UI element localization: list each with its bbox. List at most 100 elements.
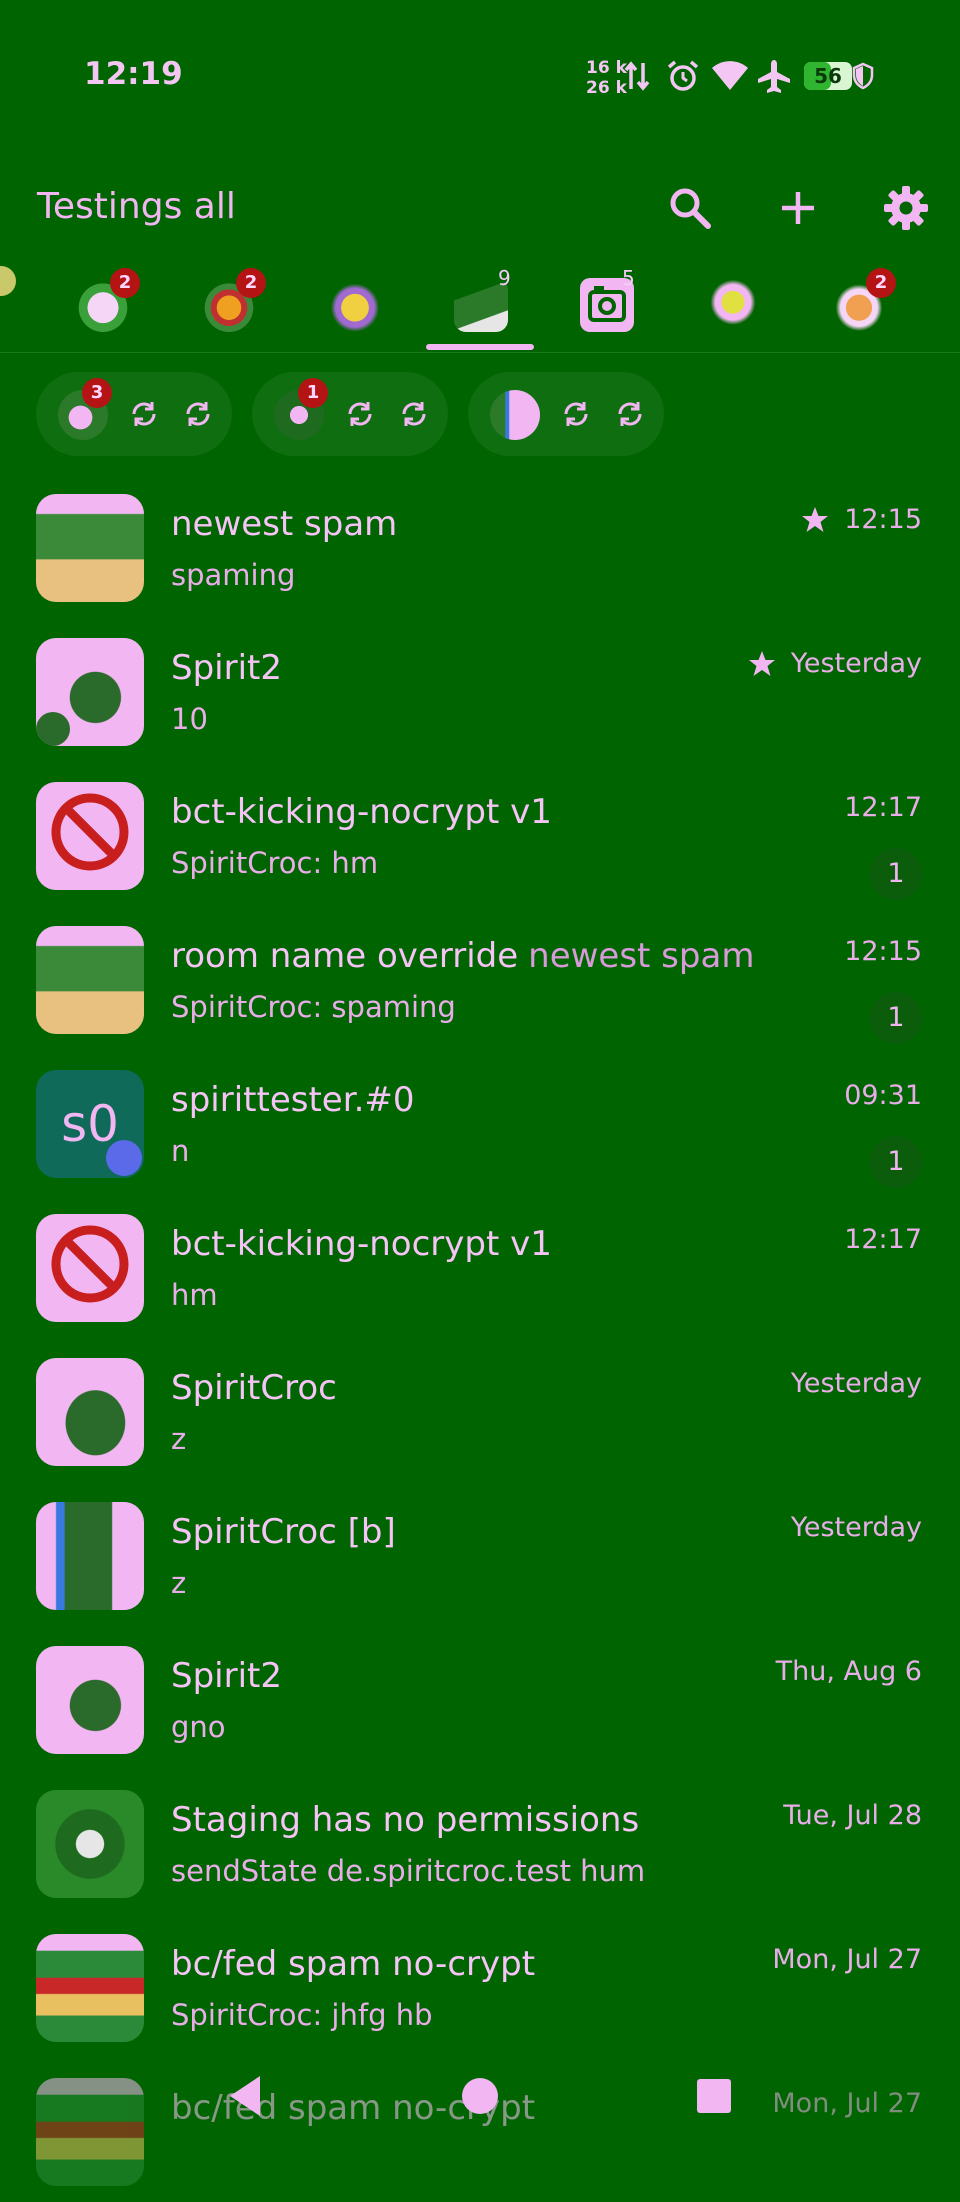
room-last-message: 10 [171, 702, 208, 736]
space-badge: 2 [236, 268, 266, 298]
room-last-message: n [171, 1134, 190, 1168]
room-time: 12:17 [844, 792, 922, 823]
room-row[interactable]: newest spam spaming 12:15 [0, 474, 960, 618]
network-speed: 16 k 26 k [586, 58, 627, 98]
room-row[interactable]: bct-kicking-nocrypt v1 SpiritCroc: hm 12… [0, 762, 960, 906]
home-icon[interactable] [450, 2066, 510, 2126]
page-title: Testings all [37, 186, 236, 227]
system-navigation-bar [0, 2050, 960, 2142]
room-row[interactable]: s0 spirittester.#0 n 09:31 1 [0, 1050, 960, 1194]
room-meta: Yesterday [747, 648, 922, 679]
room-last-message: spaming [171, 558, 296, 592]
account-badge: 3 [82, 378, 112, 408]
room-avatar [36, 1214, 144, 1322]
room-name: newest spam [171, 504, 398, 544]
room-meta: 12:15 [800, 504, 922, 535]
room-avatar [36, 1790, 144, 1898]
room-time: 12:17 [844, 1224, 922, 1255]
room-avatar [36, 1646, 144, 1754]
space-tab-7[interactable]: 2 [816, 268, 900, 350]
space-badge: 9 [498, 266, 511, 290]
account-chip-3[interactable] [468, 372, 664, 456]
no-kicking-icon [51, 1225, 129, 1303]
net-down: 26 k [586, 78, 627, 98]
room-name: room name override newest spam [171, 936, 754, 976]
room-original-name: newest spam [528, 936, 755, 976]
room-name: SpiritCroc [171, 1368, 337, 1408]
space-tab-2[interactable]: 2 [186, 268, 270, 350]
account-chip-1[interactable]: 3 [36, 372, 232, 456]
room-time: Thu, Aug 6 [775, 1656, 922, 1687]
space-badge: 5 [622, 266, 635, 290]
room-avatar [36, 926, 144, 1034]
sync-icon [132, 402, 156, 426]
room-name: bct-kicking-nocrypt v1 [171, 792, 552, 832]
room-name: Spirit2 [171, 1656, 282, 1696]
room-row[interactable]: SpiritCroc [b] z Yesterday [0, 1482, 960, 1626]
room-name: bct-kicking-nocrypt v1 [171, 1224, 552, 1264]
sync-icon [618, 402, 642, 426]
discord-bridge-icon [106, 1140, 142, 1176]
airplane-icon [756, 54, 792, 98]
back-icon[interactable] [216, 2066, 276, 2126]
alarm-icon [666, 54, 700, 98]
account-chip-2[interactable]: 1 [252, 372, 448, 456]
room-time: Yesterday [790, 1368, 922, 1399]
room-row[interactable]: Spirit2 gno Thu, Aug 6 [0, 1626, 960, 1770]
room-avatar [36, 494, 144, 602]
room-last-message: SpiritCroc: hm [171, 846, 379, 880]
sync-icon [186, 402, 210, 426]
room-last-message: z [171, 1566, 187, 1600]
recents-icon[interactable] [684, 2066, 744, 2126]
settings-button[interactable] [876, 178, 936, 238]
battery-level: 56 [814, 64, 842, 88]
data-transfer-icon [624, 54, 650, 98]
room-row[interactable]: Spirit2 10 Yesterday [0, 618, 960, 762]
room-row[interactable]: room name override newest spam SpiritCroc… [0, 906, 960, 1050]
room-name: spirittester.#0 [171, 1080, 415, 1120]
partial-space-badge [0, 266, 16, 296]
room-row[interactable]: bct-kicking-nocrypt v1 hm 12:17 [0, 1194, 960, 1338]
status-bar: 12:19 16 k 26 k 56 [0, 0, 960, 150]
unread-count-badge: 1 [870, 848, 922, 900]
room-time: Tue, Jul 28 [783, 1800, 922, 1831]
battery-icon: 56 [804, 62, 852, 90]
space-tab-6[interactable] [690, 270, 774, 350]
space-tab-4-selected[interactable]: 9 [438, 266, 522, 350]
star-icon [802, 506, 829, 532]
room-avatar [36, 1358, 144, 1466]
room-time: 09:31 [844, 1080, 922, 1111]
room-avatar [36, 782, 144, 890]
space-tabs-bar: 2 2 9 5 2 [0, 260, 960, 353]
space-avatar [328, 278, 382, 332]
room-row[interactable]: bc/fed spam no-crypt SpiritCroc: jhfg hb… [0, 1914, 960, 2058]
room-row[interactable]: Staging has no permissions sendState de.… [0, 1770, 960, 1914]
room-last-message: gno [171, 1710, 226, 1744]
account-badge: 1 [298, 378, 328, 408]
room-time: Yesterday [790, 648, 922, 679]
top-app-bar: Testings all [0, 150, 960, 260]
space-badge: 2 [866, 268, 896, 298]
room-name-override: room name override [171, 936, 519, 976]
room-last-message: SpiritCroc: spaming [171, 990, 456, 1024]
room-name: SpiritCroc [b] [171, 1512, 396, 1552]
unread-count-badge: 1 [870, 1136, 922, 1188]
room-time: 12:15 [844, 936, 922, 967]
room-last-message: hm [171, 1278, 218, 1312]
account-avatar [490, 390, 540, 440]
add-button[interactable] [768, 178, 828, 238]
space-avatar [706, 278, 760, 332]
sync-icon [402, 402, 426, 426]
room-avatar [36, 1934, 144, 2042]
room-last-message: z [171, 1422, 187, 1456]
settings-gear-icon [884, 186, 928, 230]
room-name: bc/fed spam no-crypt [171, 1944, 536, 1984]
room-row[interactable]: SpiritCroc z Yesterday [0, 1338, 960, 1482]
search-button[interactable] [660, 178, 720, 238]
space-tab-1[interactable]: 2 [60, 268, 144, 350]
status-time: 12:19 [84, 56, 183, 92]
search-icon [670, 188, 711, 229]
space-tab-5[interactable]: 5 [564, 266, 648, 350]
room-name: Staging has no permissions [171, 1800, 640, 1840]
space-tab-3[interactable] [312, 270, 396, 350]
